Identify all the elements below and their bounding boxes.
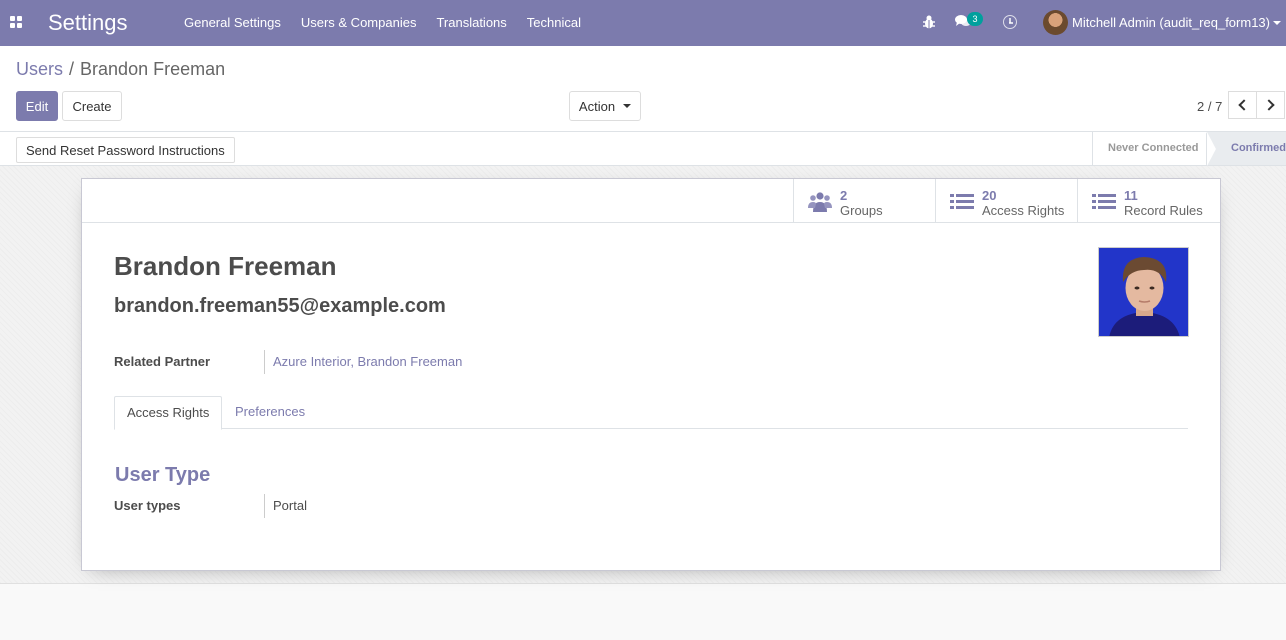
- user-login-email[interactable]: brandon.freeman55@example.com: [114, 295, 446, 318]
- groups-count: 2: [840, 188, 848, 203]
- create-button[interactable]: Create: [62, 91, 122, 121]
- user-types-value[interactable]: Portal: [273, 498, 307, 513]
- status-steps: Never Connected Confirmed: [1092, 132, 1286, 166]
- menu-users-companies[interactable]: Users & Companies: [291, 0, 427, 46]
- top-navbar: Settings General Settings Users & Compan…: [0, 0, 1286, 46]
- action-dropdown-label: Action: [578, 98, 616, 114]
- menu-translations[interactable]: Translations: [426, 0, 516, 46]
- users-icon: [808, 192, 832, 212]
- breadcrumb-current: Brandon Freeman: [80, 59, 226, 79]
- apps-menu-icon[interactable]: [10, 16, 22, 28]
- main-menu: General Settings Users & Companies Trans…: [174, 0, 591, 46]
- control-panel: Users / Brandon Freeman Edit Create Action…: [0, 46, 1286, 132]
- status-never-connected[interactable]: Never Connected: [1108, 132, 1198, 165]
- send-reset-password-button[interactable]: Send Reset Password Instructions: [16, 137, 235, 163]
- list-icon: [1092, 194, 1116, 209]
- menu-general-settings[interactable]: General Settings: [174, 0, 291, 46]
- breadcrumb-separator: /: [69, 59, 75, 79]
- record-rules-label: Record Rules: [1124, 203, 1203, 218]
- user-photo[interactable]: [1098, 247, 1189, 337]
- smart-button-box: 2 Groups 20 Access Rights 11 Record Rule…: [82, 179, 1220, 223]
- menu-technical[interactable]: Technical: [517, 0, 591, 46]
- tab-access-rights[interactable]: Access Rights: [114, 396, 223, 430]
- groups-label: Groups: [840, 203, 883, 218]
- record-rules-count: 11: [1124, 188, 1138, 203]
- access-rights-label: Access Rights: [982, 203, 1065, 218]
- bug-icon[interactable]: [922, 14, 936, 30]
- form-sheet: 2 Groups 20 Access Rights 11 Record Rule…: [81, 178, 1221, 571]
- clock-icon[interactable]: [1003, 15, 1017, 29]
- breadcrumb: Users / Brandon Freeman: [16, 59, 225, 80]
- chevron-right-icon: [1263, 99, 1275, 111]
- pager-next-button[interactable]: [1256, 91, 1285, 119]
- tab-preferences[interactable]: Preferences: [223, 396, 317, 429]
- caret-down-icon[interactable]: [1273, 21, 1281, 25]
- caret-down-icon: [623, 104, 632, 108]
- app-title[interactable]: Settings: [48, 10, 128, 36]
- edit-button[interactable]: Edit: [16, 91, 58, 121]
- user-avatar[interactable]: [1043, 10, 1068, 35]
- status-arrow-notch: [1207, 132, 1216, 166]
- status-confirmed[interactable]: Confirmed: [1231, 132, 1286, 165]
- list-icon: [950, 194, 974, 209]
- access-rights-count: 20: [982, 188, 997, 203]
- user-name-title[interactable]: Brandon Freeman: [114, 251, 337, 282]
- user-types-field: Portal: [264, 494, 307, 518]
- chevron-left-icon: [1238, 99, 1250, 111]
- pager-value[interactable]: 2 / 7: [1197, 99, 1222, 114]
- form-statusbar: Send Reset Password Instructions Never C…: [0, 132, 1286, 166]
- related-partner-label: Related Partner: [114, 354, 211, 369]
- related-partner-link[interactable]: Azure Interior, Brandon Freeman: [273, 354, 462, 369]
- access-rights-stat-button[interactable]: 20 Access Rights: [935, 179, 1078, 222]
- user-portrait-image: [1099, 248, 1188, 336]
- breadcrumb-users[interactable]: Users: [16, 59, 63, 79]
- action-dropdown[interactable]: Action: [569, 91, 641, 121]
- page-footer-area: [0, 584, 1286, 640]
- user-menu-label[interactable]: Mitchell Admin (audit_req_form13): [1072, 15, 1270, 30]
- groups-stat-button[interactable]: 2 Groups: [793, 179, 936, 222]
- related-partner-field: Azure Interior, Brandon Freeman: [264, 350, 462, 374]
- user-types-label: User types: [114, 498, 181, 513]
- chat-unread-badge: 3: [967, 12, 983, 26]
- pager-previous-button[interactable]: [1228, 91, 1257, 119]
- record-rules-stat-button[interactable]: 11 Record Rules: [1077, 179, 1220, 222]
- form-notebook-tabs: Access Rights Preferences: [114, 396, 1188, 430]
- user-type-group-title: User Type: [115, 464, 211, 486]
